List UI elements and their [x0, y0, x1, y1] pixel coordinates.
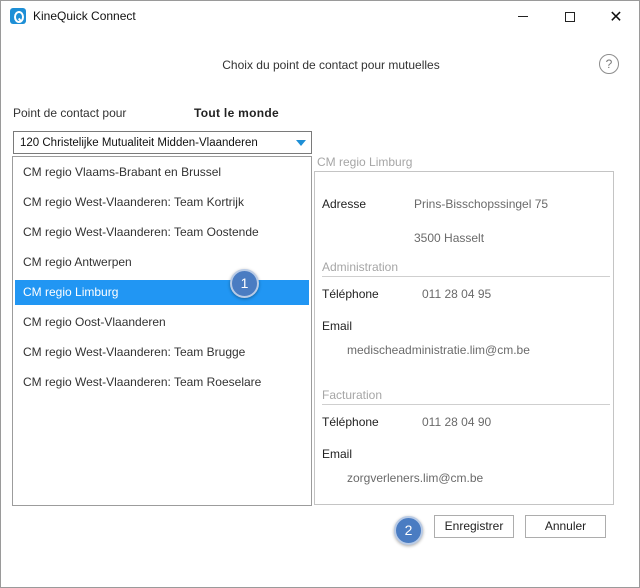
- minimize-button[interactable]: [500, 1, 546, 32]
- contact-point-list[interactable]: CM regio Vlaams-Brabant en Brussel CM re…: [12, 156, 312, 506]
- billing-section-title: Facturation: [322, 388, 383, 402]
- administration-phone-label: Téléphone: [322, 287, 379, 301]
- chevron-down-icon: [296, 140, 306, 146]
- contact-detail-panel: Adresse Prins-Bisschopssingel 75 3500 Ha…: [314, 171, 614, 505]
- help-button[interactable]: ?: [599, 54, 619, 74]
- save-button[interactable]: Enregistrer: [434, 515, 514, 538]
- close-button[interactable]: ✕: [593, 1, 639, 32]
- mutuality-select[interactable]: 120 Christelijke Mutualiteit Midden-Vlaa…: [13, 131, 312, 154]
- billing-phone: 011 28 04 90: [422, 415, 492, 429]
- list-item[interactable]: CM regio Vlaams-Brabant en Brussel: [15, 160, 309, 185]
- list-item[interactable]: CM regio Antwerpen: [15, 250, 309, 275]
- close-icon: ✕: [609, 8, 623, 26]
- administration-section-title: Administration: [322, 260, 399, 274]
- title-bar: KineQuick Connect ✕: [1, 1, 639, 32]
- cancel-button[interactable]: Annuler: [525, 515, 606, 538]
- address-label: Adresse: [322, 197, 367, 211]
- section-divider: [322, 276, 610, 277]
- address-line-2: 3500 Hasselt: [414, 231, 485, 245]
- list-item[interactable]: CM regio West-Vlaanderen: Team Brugge: [15, 340, 309, 365]
- list-item[interactable]: CM regio West-Vlaanderen: Team Oostende: [15, 220, 309, 245]
- list-item-selected[interactable]: CM regio Limburg: [15, 280, 309, 305]
- dialog-heading: Choix du point de contact pour mutuelles: [222, 58, 440, 72]
- list-item[interactable]: CM regio Oost-Vlaanderen: [15, 310, 309, 335]
- minimize-icon: [518, 16, 528, 17]
- step-marker-1: 1: [230, 269, 259, 298]
- mutuality-select-value: 120 Christelijke Mutualiteit Midden-Vlaa…: [20, 137, 258, 149]
- contact-for-label: Point de contact pour: [13, 106, 127, 120]
- app-window: KineQuick Connect ✕ Choix du point de co…: [0, 0, 640, 588]
- contact-for-value: Tout le monde: [194, 106, 280, 120]
- administration-email: medischeadministratie.lim@cm.be: [347, 343, 530, 357]
- window-title: KineQuick Connect: [33, 9, 136, 23]
- section-divider: [322, 404, 610, 405]
- address-line-1: Prins-Bisschopssingel 75: [414, 197, 549, 211]
- administration-email-label: Email: [322, 319, 353, 333]
- step-marker-2: 2: [394, 516, 423, 545]
- billing-email: zorgverleners.lim@cm.be: [347, 471, 484, 485]
- detail-heading: CM regio Limburg: [317, 155, 413, 169]
- billing-email-label: Email: [322, 447, 353, 461]
- list-item[interactable]: CM regio West-Vlaanderen: Team Roeselare: [15, 370, 309, 395]
- administration-phone: 011 28 04 95: [422, 287, 492, 301]
- maximize-icon: [565, 11, 575, 22]
- list-item[interactable]: CM regio West-Vlaanderen: Team Kortrijk: [15, 190, 309, 215]
- maximize-button[interactable]: [547, 1, 593, 32]
- billing-phone-label: Téléphone: [322, 415, 379, 429]
- app-logo-icon: [10, 8, 26, 24]
